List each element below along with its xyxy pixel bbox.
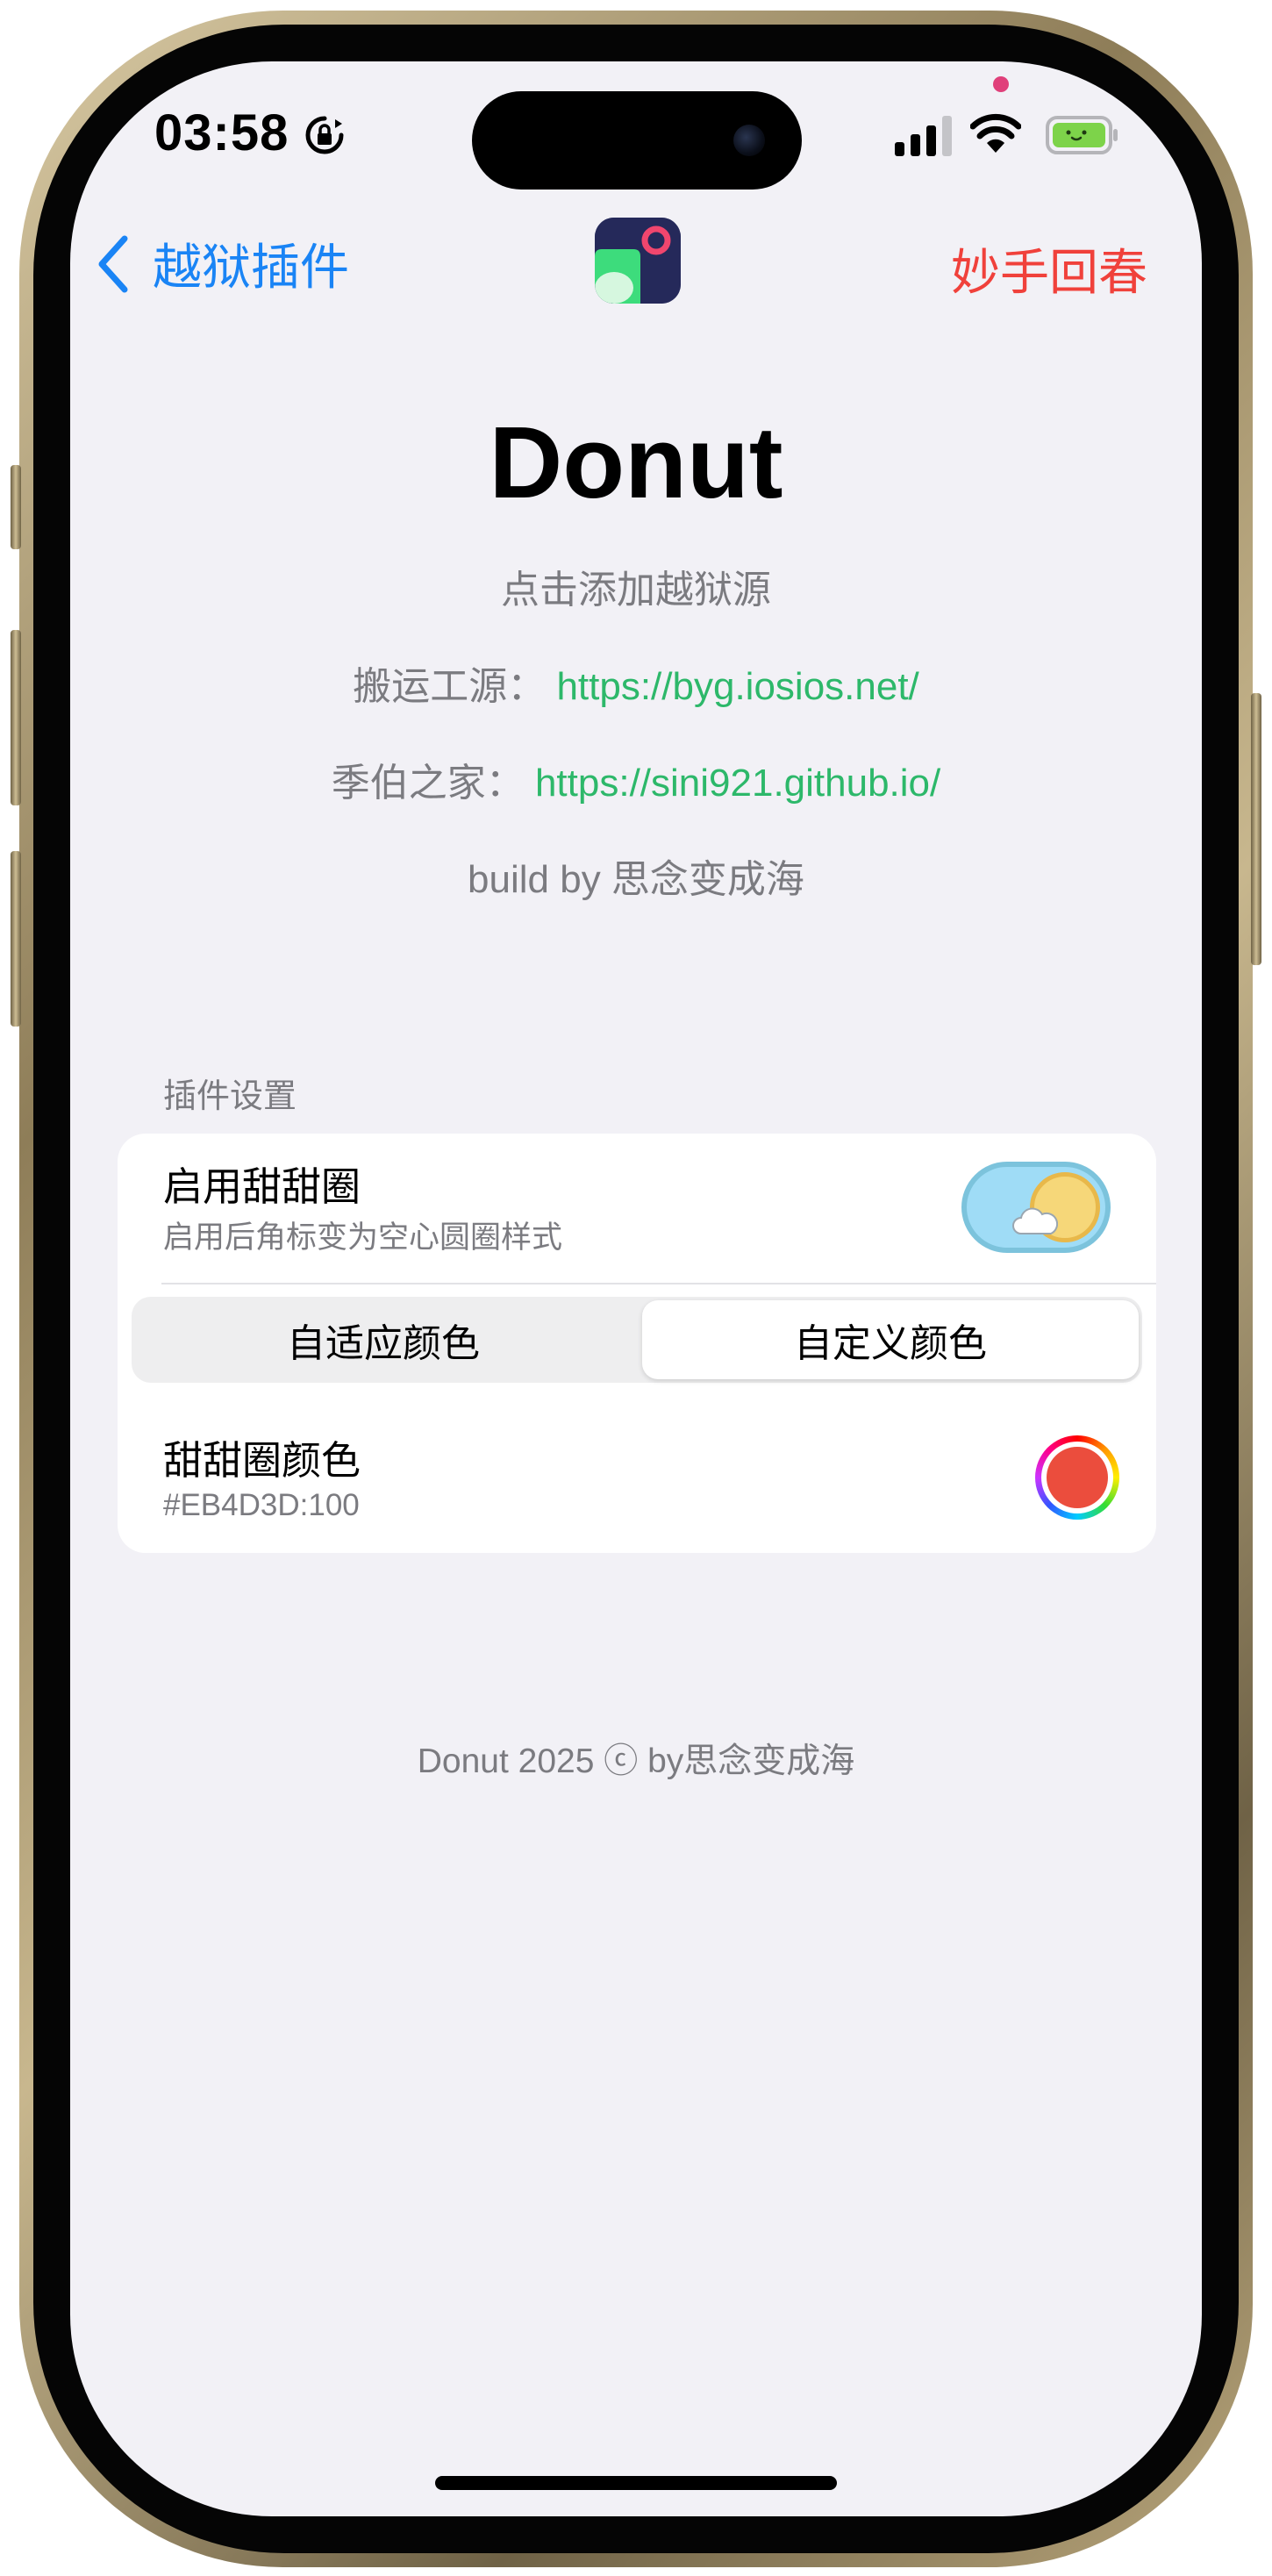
source-line-1: 搬运工源： https://byg.iosios.net/ bbox=[70, 655, 1202, 711]
source-2-label: 季伯之家： bbox=[331, 762, 525, 805]
privacy-indicator-dot bbox=[993, 76, 1009, 92]
donut-app-icon bbox=[595, 218, 681, 304]
page-title: Donut bbox=[489, 405, 783, 519]
rotation-lock-icon bbox=[305, 116, 344, 154]
home-indicator[interactable] bbox=[435, 2476, 837, 2490]
wifi-icon bbox=[970, 113, 1021, 153]
restore-button[interactable]: 妙手回春 bbox=[951, 233, 1147, 304]
color-mode-segmented-control: 自适应颜色 自定义颜色 bbox=[132, 1297, 1142, 1383]
dynamic-island bbox=[472, 91, 802, 190]
power-button bbox=[1251, 693, 1261, 965]
enable-donut-subtitle: 启用后角标变为空心圆圈样式 bbox=[163, 1220, 563, 1255]
cloud-icon bbox=[1012, 1207, 1058, 1234]
settings-card: 启用甜甜圈 启用后角标变为空心圆圈样式 自适应颜色 自定义颜色 甜甜圈颜色 #E… bbox=[118, 1134, 1156, 1553]
segment-custom-color[interactable]: 自定义颜色 bbox=[642, 1300, 1139, 1379]
segment-adaptive-color[interactable]: 自适应颜色 bbox=[135, 1300, 632, 1379]
donut-color-title: 甜甜圈颜色 bbox=[163, 1438, 361, 1483]
source-1-label: 搬运工源： bbox=[353, 665, 547, 708]
status-time: 03:58 bbox=[154, 104, 289, 161]
credit-text: build by 思念变成海 bbox=[468, 858, 804, 901]
section-header-settings: 插件设置 bbox=[163, 1078, 297, 1115]
donut-color-value: #EB4D3D:100 bbox=[163, 1488, 360, 1522]
cellular-signal-icon bbox=[895, 116, 952, 156]
screen: 03:58 越狱插件 妙手回春 Donut 点击添加越狱源 搬运工源： http… bbox=[70, 61, 1202, 2516]
back-button[interactable]: 越狱插件 bbox=[95, 228, 349, 299]
camera-icon bbox=[733, 125, 765, 156]
action-button bbox=[11, 465, 21, 549]
color-picker-well[interactable] bbox=[1035, 1435, 1119, 1520]
add-source-link[interactable]: 点击添加越狱源 bbox=[70, 558, 1202, 614]
battery-icon bbox=[1046, 116, 1118, 154]
footer-text: Donut 2025 ⓒ by思念变成海 bbox=[417, 1742, 855, 1780]
chevron-left-icon bbox=[98, 235, 128, 292]
enable-donut-title: 启用甜甜圈 bbox=[163, 1164, 361, 1209]
row-divider bbox=[161, 1283, 1156, 1284]
source-line-2: 季伯之家： https://sini921.github.io/ bbox=[70, 751, 1202, 807]
enable-donut-toggle[interactable] bbox=[961, 1162, 1111, 1253]
source-1-link[interactable]: https://byg.iosios.net/ bbox=[556, 665, 918, 708]
source-2-link[interactable]: https://sini921.github.io/ bbox=[535, 762, 940, 805]
back-button-label: 越狱插件 bbox=[153, 240, 349, 295]
color-swatch bbox=[1047, 1447, 1108, 1508]
volume-down-button bbox=[11, 851, 21, 1027]
volume-up-button bbox=[11, 630, 21, 805]
